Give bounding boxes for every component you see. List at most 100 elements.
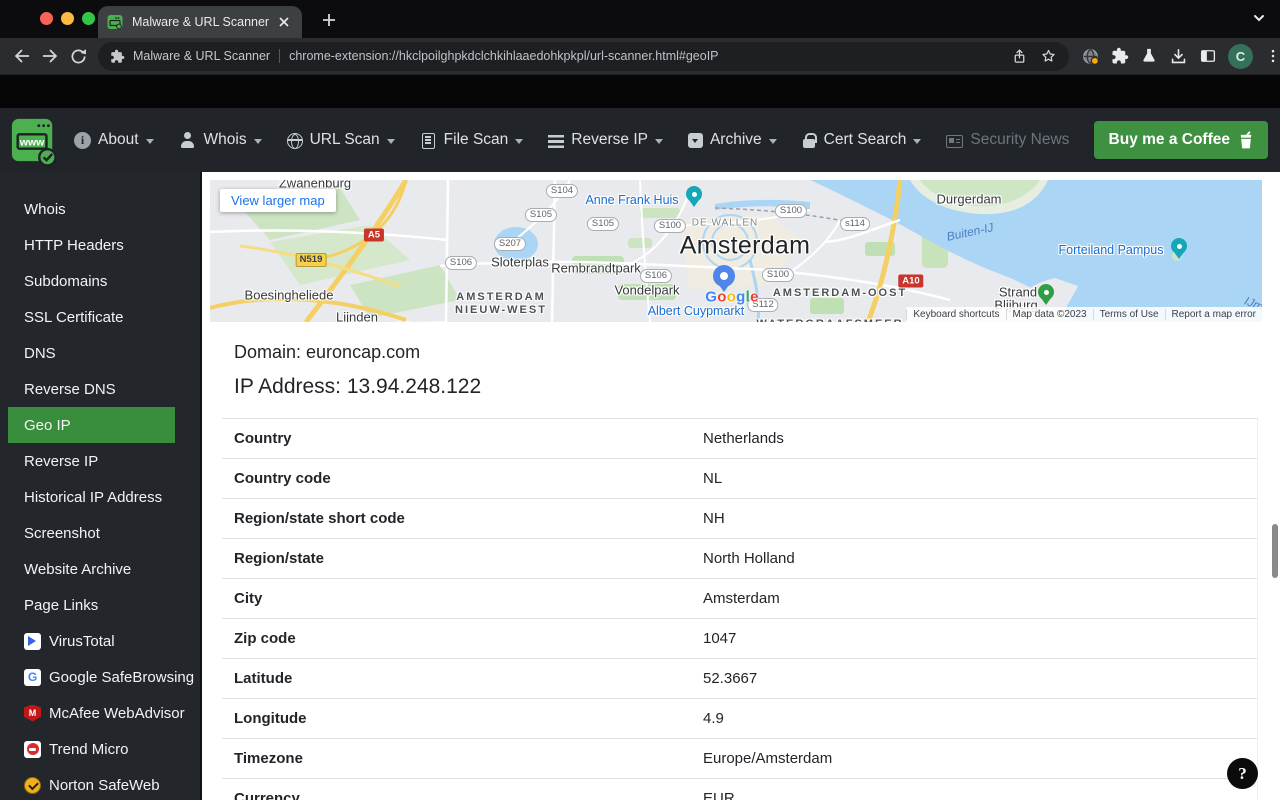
map-attribution-link[interactable]: Keyboard shortcuts [906,309,1005,320]
sidebar-item[interactable]: Trend Micro [0,731,175,767]
navbar-menu-item[interactable]: Archive [688,131,777,149]
reload-button[interactable] [64,42,92,70]
sidebar-item[interactable]: Geo IP [8,407,175,443]
tab-search-chevron-icon[interactable] [1250,9,1268,32]
sidebar-item[interactable]: VirusTotal [0,623,175,659]
sidebar-item-label: VirusTotal [49,633,115,650]
profile-avatar[interactable]: C [1228,44,1253,69]
forward-button[interactable] [36,42,64,70]
google-map-embed[interactable]: ZwanenburgBoesingheliedeLijndenDE AKERAM… [210,180,1262,322]
kebab-menu-icon[interactable] [1264,47,1280,65]
sidebar-item[interactable]: Whois [0,191,175,227]
sidebar-item[interactable]: Norton SafeWeb [0,767,175,800]
address-bar[interactable]: Malware & URL Scanner chrome-extension:/… [98,42,1069,71]
sidebar-item-label: HTTP Headers [24,237,124,254]
row-value: Amsterdam [703,590,780,607]
menu-item-label: Archive [710,131,762,149]
sidebar-item-icon [24,777,41,794]
extension-logo[interactable]: www [10,115,58,167]
navbar-menu-item[interactable]: Cert Search [802,131,922,149]
sidebar-item[interactable]: Google SafeBrowsing [0,659,175,695]
chevron-down-icon [254,139,262,144]
menu-item-label: URL Scan [310,131,380,149]
sidebar-item-icon [24,705,41,722]
menu-item-icon [946,135,963,148]
map-attribution-link[interactable]: Terms of Use [1093,309,1165,320]
sidebar-item[interactable]: McAfee WebAdvisor [0,695,175,731]
navbar-menu-item[interactable]: Whois [179,131,262,149]
ip-address-heading: IP Address: 13.94.248.122 [234,375,481,399]
map-pin-icon[interactable] [1038,284,1054,300]
table-row: Country Netherlands [222,419,1257,459]
map-attribution-link[interactable]: Map data ©2023 [1006,309,1093,320]
globe-extension-icon[interactable] [1081,47,1100,66]
sidebar-item-label: Reverse IP [24,453,98,470]
chevron-down-icon [913,139,921,144]
buy-coffee-button[interactable]: Buy me a Coffee [1094,121,1268,159]
sidebar-item-label: DNS [24,345,56,362]
navbar-menu-item[interactable]: URL Scan [287,131,395,149]
sidebar-item[interactable]: SSL Certificate [0,299,175,335]
url-text: chrome-extension://hkclpoilghpkdclchkihl… [289,49,1003,63]
sidebar-item[interactable]: Page Links [0,587,175,623]
flask-beaker-icon[interactable] [1140,47,1158,65]
help-button[interactable]: ? [1227,758,1258,789]
sidebar-item[interactable]: Reverse DNS [0,371,175,407]
menu-item-icon [422,133,435,149]
row-value: Netherlands [703,430,784,447]
new-tab-button[interactable] [316,7,342,33]
table-row: Zip code 1047 [222,619,1257,659]
sidebar-item[interactable]: Historical IP Address [0,479,175,515]
scrollbar-thumb[interactable] [1272,524,1278,578]
chevron-down-icon [515,139,523,144]
zoom-window-button[interactable] [82,12,95,25]
sidebar-item-label: Historical IP Address [24,489,162,506]
page-body: Whois HTTP Headers Subdomains SSL Certif… [0,172,1280,800]
minimize-window-button[interactable] [61,12,74,25]
table-row: Country code NL [222,459,1257,499]
map-attribution-link[interactable]: Report a map error [1165,309,1262,320]
chevron-down-icon [769,139,777,144]
extension-puzzle-icon [110,49,125,64]
sidebar-item[interactable]: Reverse IP [0,443,175,479]
row-value: NL [703,470,722,487]
sidebar-item-icon [24,633,41,650]
map-pin-icon[interactable] [686,186,702,202]
table-row: Timezone Europe/Amsterdam [222,739,1257,779]
domain-heading: Domain: euroncap.com [234,342,420,363]
sidebar-item[interactable]: DNS [0,335,175,371]
navbar-menu-item[interactable]: About [74,131,154,149]
row-value: North Holland [703,550,795,567]
row-label: Zip code [234,630,296,647]
bookmark-star-icon[interactable] [1040,48,1057,65]
google-maps-logo[interactable]: Google [705,289,759,306]
page-top-strip [0,75,1280,108]
row-value: 4.9 [703,710,724,727]
toolbar-extensions-area: C [1081,44,1280,69]
share-icon[interactable] [1011,48,1028,65]
extensions-puzzle-icon[interactable] [1111,47,1129,65]
navbar-menu-item[interactable]: Security News [946,131,1069,149]
side-panel-icon[interactable] [1199,47,1217,65]
window-controls [40,12,95,25]
browser-tab[interactable]: Malware & URL Scanner [98,6,302,38]
sidebar-item[interactable]: Screenshot [0,515,175,551]
view-larger-map-link[interactable]: View larger map [220,189,336,212]
sidebar-item-label: Website Archive [24,561,131,578]
back-button[interactable] [8,42,36,70]
tab-strip: Malware & URL Scanner [0,0,1280,38]
map-pin-icon[interactable] [1171,238,1187,254]
tab-favicon-icon [107,14,123,30]
tab-close-icon[interactable] [275,13,293,31]
navbar-menu-item[interactable]: File Scan [420,131,524,149]
sidebar-item[interactable]: Subdomains [0,263,175,299]
close-window-button[interactable] [40,12,53,25]
navbar-menu-item[interactable]: Reverse IP [548,131,663,149]
download-icon[interactable] [1169,47,1188,66]
sidebar-item[interactable]: Website Archive [0,551,175,587]
row-label: Country code [234,470,331,487]
map-pin-icon[interactable] [713,265,735,287]
menu-item-icon [179,131,197,149]
sidebar-item-label: Screenshot [24,525,100,542]
sidebar-item[interactable]: HTTP Headers [0,227,175,263]
